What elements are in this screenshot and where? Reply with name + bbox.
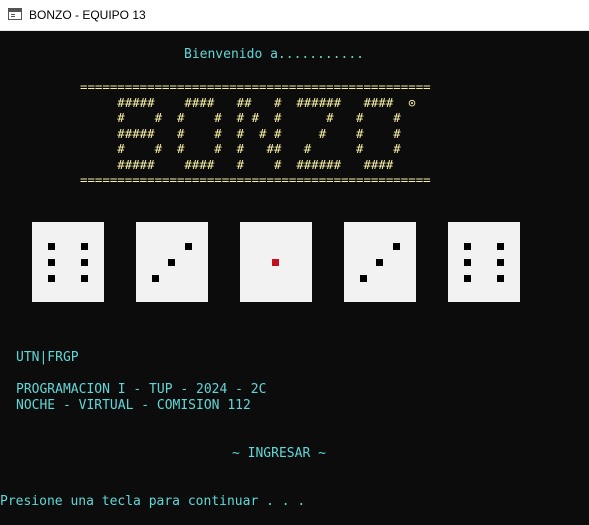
welcome-text: Bienvenido a...........	[184, 47, 365, 62]
die-pip	[168, 259, 175, 266]
die-1	[32, 222, 104, 302]
institution-text: UTN|FRGP	[16, 350, 79, 365]
die-pip	[81, 275, 88, 282]
logo-line: ##### #### ## # ###### #### ⊙	[80, 94, 416, 110]
logo-line: # # # # # # # # # #	[80, 110, 401, 125]
continue-prompt: Presione una tecla para continuar . . .	[0, 494, 306, 509]
die-pip	[48, 259, 55, 266]
die-pip	[48, 275, 55, 282]
die-pip	[464, 275, 471, 282]
die-pip	[81, 259, 88, 266]
die-pip	[81, 243, 88, 250]
course-line-2: NOCHE - VIRTUAL - COMISION 112	[16, 398, 251, 413]
die-pip	[376, 259, 383, 266]
die-pip	[185, 243, 192, 250]
logo-line: ========================================…	[80, 79, 431, 94]
die-4	[344, 222, 416, 302]
die-pip	[393, 243, 400, 250]
console-area[interactable]: Bienvenido a........... ================…	[0, 31, 589, 525]
die-pip	[497, 259, 504, 266]
bonzo-ascii-logo: ========================================…	[80, 79, 431, 188]
die-pip	[464, 259, 471, 266]
die-3	[240, 222, 312, 302]
die-pip	[464, 243, 471, 250]
die-pip	[497, 275, 504, 282]
window-titlebar[interactable]: BONZO - EQUIPO 13	[0, 0, 589, 31]
logo-line: ##### #### # # ###### ####	[80, 156, 394, 172]
die-pip	[152, 275, 159, 282]
course-line-1: PROGRAMACION I - TUP - 2024 - 2C	[16, 382, 267, 397]
logo-line: ##### # # # # # # # #	[80, 125, 401, 141]
die-pip	[497, 243, 504, 250]
logo-line: ========================================…	[80, 172, 431, 187]
logo-line: # # # # # ## # # #	[80, 141, 401, 156]
die-pip	[48, 243, 55, 250]
die-2	[136, 222, 208, 302]
window-title: BONZO - EQUIPO 13	[29, 8, 146, 22]
console-icon	[8, 8, 22, 20]
die-pip	[272, 259, 279, 266]
ingresar-option[interactable]: ~ INGRESAR ~	[232, 446, 326, 462]
die-5	[448, 222, 520, 302]
die-pip	[360, 275, 367, 282]
